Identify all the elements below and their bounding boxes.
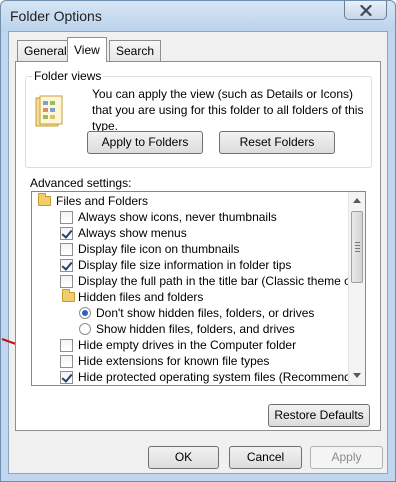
button-label: Restore Defaults — [274, 408, 364, 422]
button-label: Reset Folders — [239, 135, 315, 149]
tab-view[interactable]: View — [67, 37, 107, 62]
tab-label: General — [24, 44, 67, 58]
list-scrollbar[interactable] — [348, 192, 365, 385]
advanced-settings-list[interactable]: Files and Folders Always show icons, nev… — [31, 191, 366, 386]
tab-label: Search — [116, 44, 155, 58]
ok-button[interactable]: OK — [148, 446, 219, 469]
tab-search[interactable]: Search — [109, 40, 162, 61]
checkbox[interactable] — [60, 259, 73, 272]
scroll-down-icon[interactable] — [353, 373, 361, 378]
checkbox[interactable] — [60, 243, 73, 256]
folder-views-group: Folder views You can apply the view (suc… — [25, 69, 372, 168]
view-tab-panel: Folder views You can apply the view (suc… — [15, 61, 381, 431]
apply-to-folders-button[interactable]: Apply to Folders — [87, 131, 203, 154]
checkbox[interactable] — [60, 339, 73, 352]
list-item-label: Don't show hidden files, folders, or dri… — [96, 306, 315, 320]
radio-button[interactable] — [79, 323, 91, 335]
grip-line — [355, 242, 360, 243]
tab-general[interactable]: General — [17, 40, 74, 61]
checkbox[interactable] — [60, 211, 73, 224]
folder-icon — [38, 193, 51, 206]
close-button[interactable] — [344, 1, 387, 20]
grip-line — [355, 245, 360, 246]
button-label: Apply — [331, 450, 362, 464]
close-icon — [359, 4, 372, 16]
list-item-label: Display file icon on thumbnails — [78, 242, 240, 256]
folder-views-icon — [35, 95, 63, 127]
checkbox[interactable] — [60, 227, 73, 240]
advanced-settings-label: Advanced settings: — [30, 176, 132, 190]
apply-button[interactable]: Apply — [310, 446, 383, 469]
folder-views-description: You can apply the view (such as Details … — [92, 87, 364, 133]
list-item-label: Display file size information in folder … — [78, 258, 292, 272]
scroll-up-icon[interactable] — [353, 198, 361, 203]
list-item-label: Hide empty drives in the Computer folder — [78, 338, 297, 352]
folder-views-label: Folder views — [32, 69, 104, 83]
list-item-label: Always show menus — [78, 226, 187, 240]
tab-label: View — [74, 43, 100, 57]
list-item-label: Hide protected operating system files (R… — [78, 370, 366, 384]
window-title: Folder Options — [10, 8, 102, 24]
grip-line — [355, 248, 360, 249]
folder-icon — [62, 289, 75, 302]
button-label: OK — [174, 450, 193, 464]
list-item-label: Hidden files and folders — [78, 290, 204, 304]
reset-folders-button[interactable]: Reset Folders — [219, 131, 335, 154]
checkbox[interactable] — [60, 355, 73, 368]
grip-line — [355, 251, 360, 252]
list-item-label: Show hidden files, folders, and drives — [96, 322, 295, 336]
folder-options-window: Folder Options General View Search Folde… — [0, 0, 396, 482]
cancel-button[interactable]: Cancel — [229, 446, 302, 469]
list-item-label: Display the full path in the title bar (… — [78, 274, 366, 288]
title-bar[interactable]: Folder Options — [1, 1, 395, 31]
list-item-label: Hide extensions for known file types — [78, 354, 270, 368]
dialog-client-area: General View Search Folder views You can… — [8, 31, 388, 474]
checkbox[interactable] — [60, 371, 73, 384]
list-item-label: Files and Folders — [56, 194, 149, 208]
scrollbar-thumb[interactable] — [351, 211, 363, 283]
checkbox[interactable] — [60, 275, 73, 288]
list-item-label: Always show icons, never thumbnails — [78, 210, 277, 224]
restore-defaults-button[interactable]: Restore Defaults — [268, 404, 370, 427]
button-label: Apply to Folders — [101, 135, 189, 149]
button-label: Cancel — [246, 450, 285, 464]
radio-button[interactable] — [79, 307, 91, 319]
